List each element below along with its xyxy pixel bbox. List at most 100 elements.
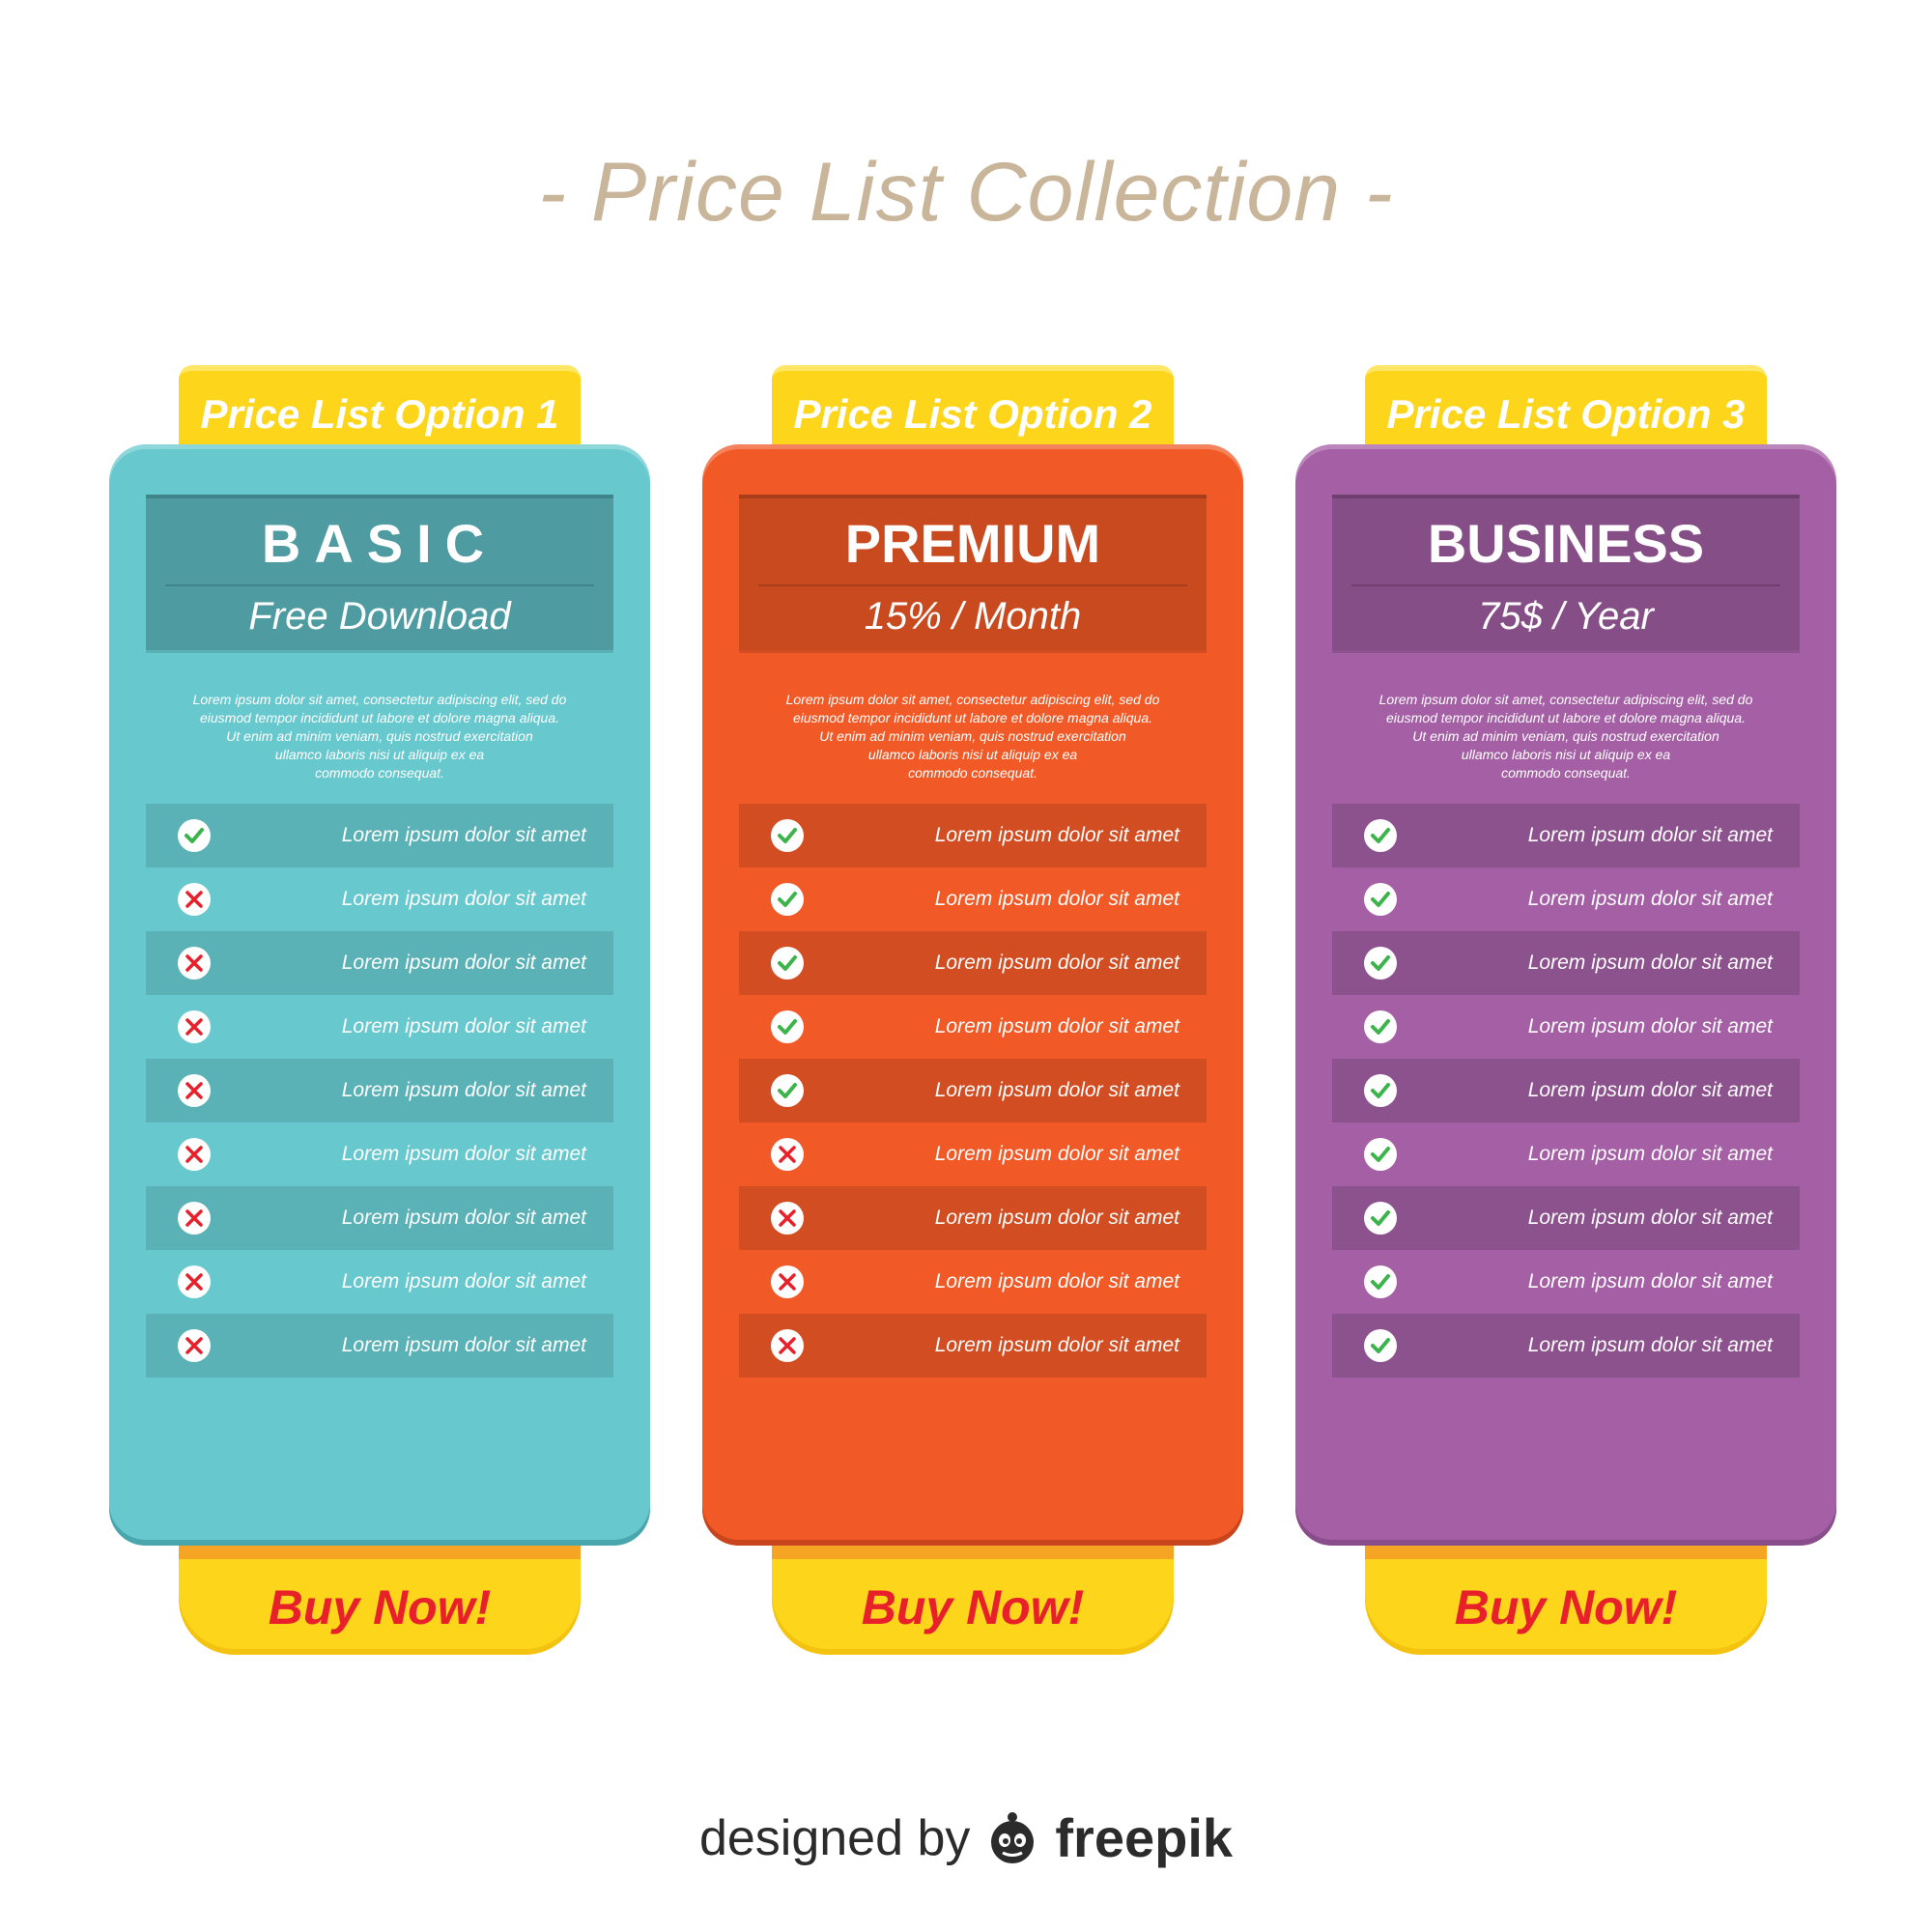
buy-now-button[interactable]: Buy Now! [1365, 1546, 1767, 1655]
designer-credit[interactable]: designed by freepik [0, 1806, 1932, 1869]
feature-list: Lorem ipsum dolor sit amet Lorem ipsum do… [146, 804, 613, 1378]
buy-now-button[interactable]: Buy Now! [179, 1546, 581, 1655]
feature-text: Lorem ipsum dolor sit amet [341, 1334, 586, 1356]
check-icon [771, 1010, 804, 1043]
card-body: BASIC Free Download Lorem ipsum dolor sit … [109, 444, 650, 1546]
feature-list: Lorem ipsum dolor sit amet Lorem ipsum do… [739, 804, 1207, 1378]
feature-text: Lorem ipsum dolor sit amet [341, 952, 586, 974]
feature-row: Lorem ipsum dolor sit amet [146, 1314, 613, 1378]
feature-text: Lorem ipsum dolor sit amet [1527, 1079, 1773, 1101]
header-divider [1351, 584, 1780, 586]
cross-icon [178, 883, 211, 916]
feature-row: Lorem ipsum dolor sit amet [1332, 1186, 1800, 1250]
price-card-2: Price List Option 2 PREMIUM 15% / Month Lor… [702, 365, 1243, 1655]
feature-row: Lorem ipsum dolor sit amet [1332, 1059, 1800, 1122]
check-icon [1364, 819, 1397, 852]
cross-icon [178, 1074, 211, 1107]
feature-text: Lorem ipsum dolor sit amet [341, 1270, 586, 1293]
plan-description: Lorem ipsum dolor sit amet, consectetur … [192, 692, 567, 781]
feature-row: Lorem ipsum dolor sit amet [1332, 995, 1800, 1059]
credit-prefix: designed by [698, 1809, 971, 1866]
cross-icon [178, 1329, 211, 1362]
buy-now-button[interactable]: Buy Now! [772, 1546, 1174, 1655]
feature-row: Lorem ipsum dolor sit amet [739, 1250, 1207, 1314]
price-card-3: Price List Option 3 BUSINESS 75$ / Year Lor… [1295, 365, 1836, 1655]
feature-text: Lorem ipsum dolor sit amet [1527, 1207, 1773, 1229]
plan-description: Lorem ipsum dolor sit amet, consectetur … [1378, 692, 1753, 781]
feature-text: Lorem ipsum dolor sit amet [341, 824, 586, 846]
feature-row: Lorem ipsum dolor sit amet [739, 1122, 1207, 1186]
feature-row: Lorem ipsum dolor sit amet [146, 1059, 613, 1122]
feature-text: Lorem ipsum dolor sit amet [934, 1143, 1179, 1165]
feature-text: Lorem ipsum dolor sit amet [1527, 1015, 1773, 1037]
freepik-logo-icon [991, 1811, 1035, 1863]
check-icon [771, 883, 804, 916]
feature-row: Lorem ipsum dolor sit amet [146, 995, 613, 1059]
feature-text: Lorem ipsum dolor sit amet [934, 952, 1179, 974]
feature-text: Lorem ipsum dolor sit amet [934, 1207, 1179, 1229]
cross-icon [771, 1202, 804, 1235]
plan-name: BUSINESS [1427, 513, 1705, 574]
card-body: PREMIUM 15% / Month Lorem ipsum dolor sit … [702, 444, 1243, 1546]
feature-row: Lorem ipsum dolor sit amet [1332, 1250, 1800, 1314]
feature-text: Lorem ipsum dolor sit amet [1527, 952, 1773, 974]
feature-row: Lorem ipsum dolor sit amet [1332, 1314, 1800, 1378]
check-icon [1364, 947, 1397, 980]
check-icon [771, 1074, 804, 1107]
check-icon [1364, 1138, 1397, 1171]
feature-text: Lorem ipsum dolor sit amet [341, 1079, 586, 1101]
feature-row: Lorem ipsum dolor sit amet [1332, 931, 1800, 995]
cross-icon [771, 1329, 804, 1362]
feature-row: Lorem ipsum dolor sit amet [146, 1122, 613, 1186]
cross-icon [178, 1138, 211, 1171]
check-icon [1364, 1010, 1397, 1043]
cross-icon [178, 1010, 211, 1043]
cross-icon [178, 947, 211, 980]
credit-brand: freepik [1055, 1807, 1234, 1868]
feature-text: Lorem ipsum dolor sit amet [1527, 1334, 1773, 1356]
header-divider [758, 584, 1187, 586]
feature-row: Lorem ipsum dolor sit amet [739, 1186, 1207, 1250]
feature-row: Lorem ipsum dolor sit amet [146, 867, 613, 931]
card-body: BUSINESS 75$ / Year Lorem ipsum dolor sit … [1295, 444, 1836, 1546]
feature-row: Lorem ipsum dolor sit amet [1332, 867, 1800, 931]
feature-row: Lorem ipsum dolor sit amet [1332, 1122, 1800, 1186]
plan-header: BUSINESS 75$ / Year [1332, 495, 1800, 653]
cross-icon [178, 1202, 211, 1235]
plan-name: PREMIUM [844, 513, 1101, 574]
feature-row: Lorem ipsum dolor sit amet [1332, 804, 1800, 867]
feature-row: Lorem ipsum dolor sit amet [739, 1059, 1207, 1122]
feature-list: Lorem ipsum dolor sit amet Lorem ipsum do… [1332, 804, 1800, 1378]
plan-name: BASIC [261, 513, 498, 574]
plan-price: Free Download [248, 595, 511, 638]
feature-text: Lorem ipsum dolor sit amet [934, 1015, 1179, 1037]
plan-header: PREMIUM 15% / Month [739, 495, 1207, 653]
page-title: - Price List Collection - [538, 146, 1394, 239]
feature-row: Lorem ipsum dolor sit amet [739, 1314, 1207, 1378]
header-divider [165, 584, 594, 586]
feature-text: Lorem ipsum dolor sit amet [1527, 1270, 1773, 1293]
price-card-1: Price List Option 1 BASIC Free Download Lor… [109, 365, 650, 1655]
check-icon [178, 819, 211, 852]
feature-text: Lorem ipsum dolor sit amet [341, 888, 586, 910]
feature-row: Lorem ipsum dolor sit amet [739, 995, 1207, 1059]
check-icon [1364, 1202, 1397, 1235]
check-icon [771, 947, 804, 980]
cross-icon [771, 1265, 804, 1298]
feature-row: Lorem ipsum dolor sit amet [146, 1250, 613, 1314]
feature-text: Lorem ipsum dolor sit amet [934, 1079, 1179, 1101]
plan-description: Lorem ipsum dolor sit amet, consectetur … [785, 692, 1160, 781]
check-icon [1364, 883, 1397, 916]
feature-row: Lorem ipsum dolor sit amet [739, 931, 1207, 995]
feature-text: Lorem ipsum dolor sit amet [341, 1207, 586, 1229]
feature-row: Lorem ipsum dolor sit amet [146, 804, 613, 867]
feature-row: Lorem ipsum dolor sit amet [146, 931, 613, 995]
cross-icon [178, 1265, 211, 1298]
feature-text: Lorem ipsum dolor sit amet [934, 1334, 1179, 1356]
plan-price: 75$ / Year [1478, 595, 1654, 638]
check-icon [1364, 1329, 1397, 1362]
feature-text: Lorem ipsum dolor sit amet [934, 824, 1179, 846]
feature-text: Lorem ipsum dolor sit amet [934, 1270, 1179, 1293]
check-icon [1364, 1265, 1397, 1298]
plan-header: BASIC Free Download [146, 495, 613, 653]
